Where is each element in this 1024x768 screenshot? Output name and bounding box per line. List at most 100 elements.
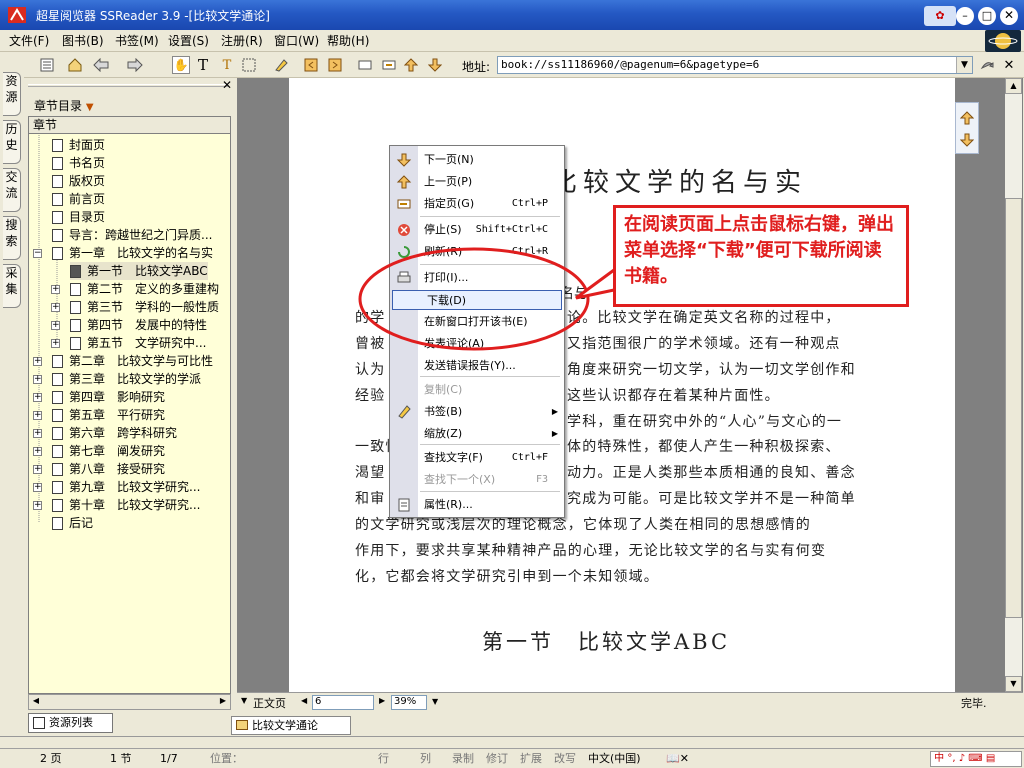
menu-help[interactable]: 帮助(H) [327,33,369,49]
expand-icon[interactable]: + [51,339,60,348]
expand-icon[interactable]: + [51,321,60,330]
toc-column-header[interactable]: 章节 [28,116,231,134]
ime-indicator[interactable]: 中 °, ♪ ⌨ ▤ [930,751,1022,767]
toolbar-close-icon[interactable]: ✕ [1000,56,1018,74]
region-select-icon[interactable] [240,56,258,74]
toc-item[interactable]: 第二章 比较文学与可比性 [52,352,213,370]
toc-item[interactable]: 导言：跨越世纪之门异质... [52,226,212,244]
menu-window[interactable]: 窗口(W) [274,33,319,49]
toc-header[interactable]: 章节目录 ▼ [34,97,94,114]
context-menu-item[interactable]: 属性(R)... [390,495,564,515]
expand-icon[interactable]: + [33,411,42,420]
resource-list-tab[interactable]: 资源列表 [28,713,113,733]
text-select-icon[interactable]: T [218,56,236,74]
context-menu-item[interactable]: 上一页(P) [390,172,564,192]
toc-item[interactable]: 书名页 [52,154,105,172]
menu-book[interactable]: 图书(B) [62,33,104,49]
address-dropdown-icon[interactable]: ▼ [956,57,972,73]
context-menu-item[interactable]: 书签(B) ▶ [390,402,564,422]
toc-item[interactable]: 封面页 [52,136,105,154]
prev-chapter-icon[interactable] [302,56,320,74]
text-tool-icon[interactable]: T [194,56,212,74]
expand-icon[interactable]: + [33,375,42,384]
tab-search[interactable]: 搜索 [3,216,21,260]
toc-item[interactable]: 第二节 定义的多重建构 [70,280,219,298]
toc-item[interactable]: 第三节 学科的一般性质 [70,298,219,316]
expand-icon[interactable]: + [33,483,42,492]
float-page-down-icon[interactable] [960,133,974,147]
document-tab[interactable]: 比较文学通论 [231,716,351,735]
page-prev-icon[interactable]: ◀ [301,696,307,705]
toc-item[interactable]: 第六章 跨学科研究 [52,424,177,442]
expand-icon[interactable]: + [33,429,42,438]
float-page-up-icon[interactable] [960,111,974,125]
toc-item[interactable]: 第三章 比较文学的学派 [52,370,201,388]
collapse-icon[interactable]: − [33,249,42,258]
forward-icon[interactable] [126,56,144,74]
menu-bookmark[interactable]: 书签(M) [115,33,159,49]
toc-item[interactable]: 第十章 比较文学研究... [52,496,200,514]
expand-icon[interactable]: + [33,447,42,456]
expand-icon[interactable]: + [33,393,42,402]
toc-hscroll[interactable]: ◀ ▶ [28,694,231,710]
back-icon[interactable] [92,56,110,74]
scroll-up-icon[interactable]: ▲ [1005,78,1022,94]
scroll-thumb[interactable] [1005,198,1022,618]
context-menu-item[interactable]: 停止(S) Shift+Ctrl+C [390,220,564,240]
address-input-text[interactable]: book://ss11186960/@pagenum=6&pagetype=6 [501,58,759,71]
page-number-input[interactable]: 6 [312,695,374,710]
view-dropdown-icon[interactable]: ▼ [241,696,247,705]
tab-resources[interactable]: 资源 [3,72,21,116]
tab-collect[interactable]: 采集 [3,264,21,308]
go-icon[interactable] [978,56,996,74]
menu-register[interactable]: 注册(R) [221,33,263,49]
menu-settings[interactable]: 设置(S) [168,33,209,49]
scroll-left-icon[interactable]: ◀ [30,696,42,708]
toc-item[interactable]: 版权页 [52,172,105,190]
toc-item[interactable]: 第一节 比较文学ABC [70,262,208,280]
expand-icon[interactable]: + [51,285,60,294]
hand-tool-icon[interactable]: ✋ [172,56,190,74]
toc-toggle-icon[interactable] [38,56,56,74]
maximize-button[interactable]: □ [978,7,996,25]
toc-item[interactable]: 前言页 [52,190,105,208]
page-next-icon[interactable]: ▶ [379,696,385,705]
context-menu-item[interactable]: 指定页(G) Ctrl+P [390,194,564,214]
vertical-scrollbar[interactable]: ▲ ▼ [1005,78,1022,692]
address-bar[interactable]: book://ss11186960/@pagenum=6&pagetype=6 … [497,56,973,74]
highlighter-icon[interactable] [272,56,290,74]
context-menu-item[interactable]: 查找文字(F) Ctrl+F [390,448,564,468]
tab-history[interactable]: 历史 [3,120,21,164]
close-button[interactable]: ✕ [1000,7,1018,25]
context-menu-item[interactable]: 查找下一个(X) F3 [390,470,564,490]
page-down-icon[interactable] [426,56,444,74]
context-menu-item[interactable]: 缩放(Z) ▶ [390,424,564,444]
toc-item[interactable]: 第九章 比较文学研究... [52,478,200,496]
goto-page-icon[interactable] [380,56,398,74]
minimize-button[interactable]: – [956,7,974,25]
toc-item[interactable]: 第八章 接受研究 [52,460,165,478]
tab-exchange[interactable]: 交流 [3,168,21,212]
context-menu-item[interactable]: 发送错误报告(Y)... [390,356,564,376]
toc-item[interactable]: 第四节 发展中的特性 [70,316,207,334]
menu-file[interactable]: 文件(F) [9,33,49,49]
page-up-icon[interactable] [402,56,420,74]
zoom-input[interactable]: 39% [391,695,427,710]
view-mode[interactable]: 正文页 [253,695,286,711]
panel-grip[interactable] [28,84,228,87]
scroll-right-icon[interactable]: ▶ [217,696,229,708]
home-icon[interactable] [66,56,84,74]
context-menu-item[interactable]: 下一页(N) [390,150,564,170]
next-chapter-icon[interactable] [326,56,344,74]
toc-item[interactable]: 第七章 阐发研究 [52,442,165,460]
context-menu-item[interactable]: 复制(C) [390,380,564,400]
first-page-icon[interactable] [356,56,374,74]
zoom-dropdown-icon[interactable]: ▼ [432,697,438,706]
toc-item[interactable]: 后记 [52,514,93,532]
toc-item[interactable]: 第一章 比较文学的名与实 [52,244,213,262]
expand-icon[interactable]: + [33,357,42,366]
expand-icon[interactable]: + [51,303,60,312]
toc-item[interactable]: 第五节 文学研究中... [70,334,206,352]
scroll-down-icon[interactable]: ▼ [1005,676,1022,692]
expand-icon[interactable]: + [33,501,42,510]
